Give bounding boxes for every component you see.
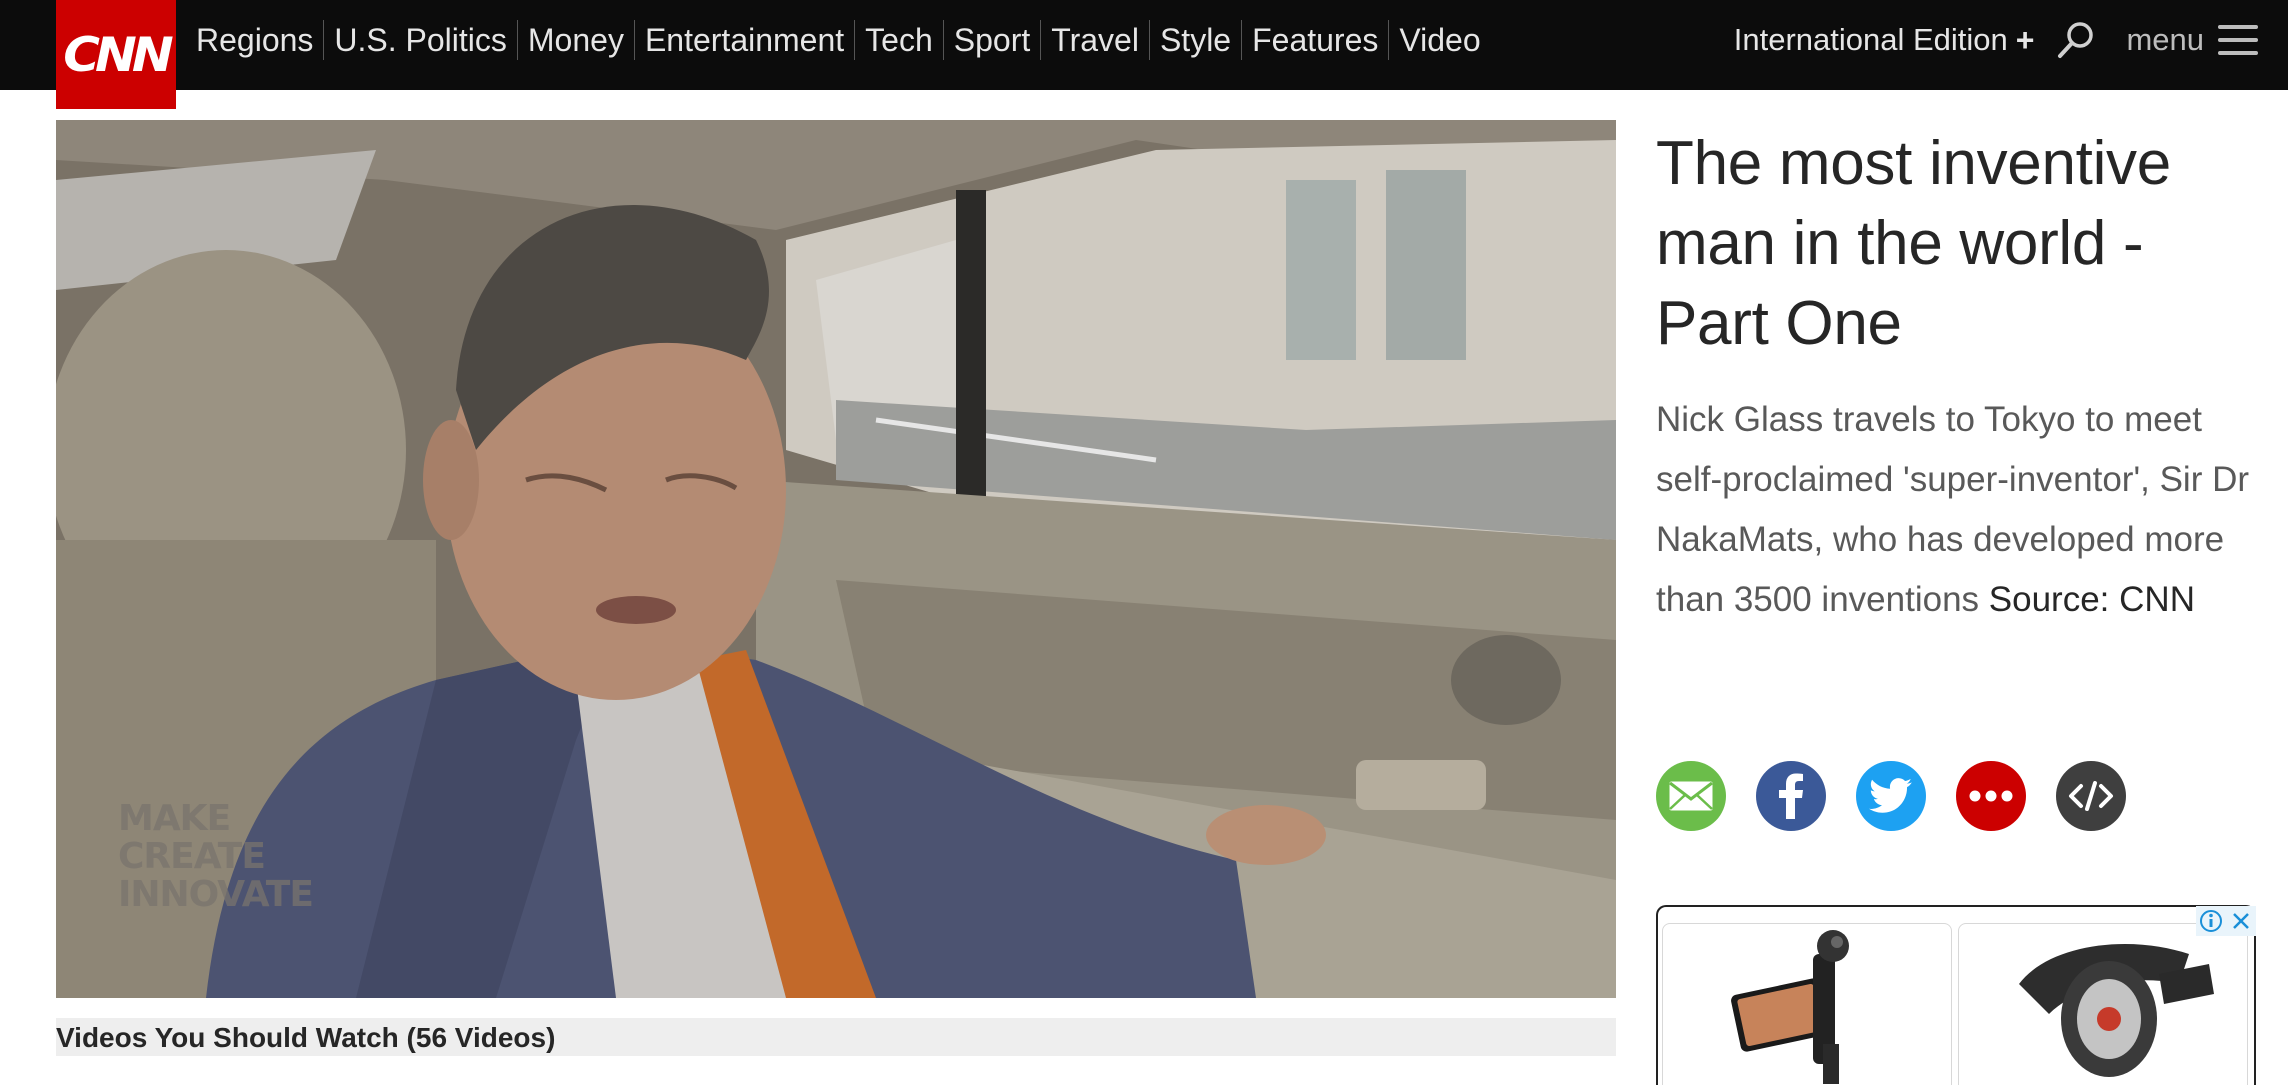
- ad-choices: [2196, 906, 2256, 936]
- source-label: Source:: [1988, 580, 2110, 619]
- ad-product-image: [2019, 944, 2214, 1077]
- watermark-line: INNOVATE: [118, 874, 314, 915]
- embed-icon: [2069, 781, 2113, 811]
- nav-link-travel[interactable]: Travel: [1041, 20, 1150, 60]
- video-player[interactable]: MAKE CREATE INNOVATE: [56, 120, 1616, 998]
- nav-link-features[interactable]: Features: [1242, 20, 1390, 60]
- nav-links: Regions U.S. Politics Money Entertainmen…: [192, 0, 1491, 80]
- hamburger-menu-icon[interactable]: [2218, 25, 2258, 55]
- email-icon: [1669, 781, 1713, 811]
- nav-link-tech[interactable]: Tech: [855, 20, 944, 60]
- playlist-title[interactable]: Videos You Should Watch (56 Videos): [56, 1022, 555, 1054]
- watermark-line: CREATE: [118, 836, 266, 877]
- email-share-button[interactable]: [1656, 761, 1726, 831]
- source-value: CNN: [2119, 580, 2195, 619]
- nav-link-entertainment[interactable]: Entertainment: [635, 20, 856, 60]
- nav-link-sport[interactable]: Sport: [944, 20, 1042, 60]
- watermark-line: MAKE: [118, 798, 231, 839]
- facebook-share-button[interactable]: [1756, 761, 1826, 831]
- ad-card[interactable]: [1662, 923, 1952, 1085]
- search-icon[interactable]: [2054, 18, 2098, 62]
- nav-right-controls: International Edition + menu: [1734, 0, 2258, 80]
- facebook-icon: [1779, 773, 1803, 819]
- nav-link-video[interactable]: Video: [1389, 20, 1490, 60]
- cnn-logo[interactable]: CNN: [56, 0, 176, 109]
- more-icon: [1969, 790, 2013, 802]
- twitter-icon: [1869, 778, 1912, 813]
- nav-link-money[interactable]: Money: [518, 20, 635, 60]
- video-headline: The most inventive man in the world - Pa…: [1656, 129, 2171, 358]
- playlist-bar: Videos You Should Watch (56 Videos): [56, 1018, 1616, 1056]
- logo-text: CNN: [63, 26, 173, 83]
- close-icon[interactable]: [2226, 906, 2256, 936]
- edition-selector[interactable]: International Edition +: [1734, 22, 2035, 59]
- edition-label: International Edition: [1733, 22, 2008, 57]
- advertisement[interactable]: [1656, 905, 2256, 1085]
- video-description: Nick Glass travels to Tokyo to meet self…: [1656, 390, 2256, 630]
- nav-link-us-politics[interactable]: U.S. Politics: [324, 20, 518, 60]
- top-navigation: CNN Regions U.S. Politics Money Entertai…: [0, 0, 2288, 109]
- video-watermark: MAKE CREATE INNOVATE: [118, 798, 314, 915]
- ad-product-image: [1731, 930, 1849, 1084]
- twitter-share-button[interactable]: [1856, 761, 1926, 831]
- ad-card[interactable]: [1958, 923, 2248, 1085]
- nav-link-regions[interactable]: Regions: [192, 20, 325, 60]
- more-share-button[interactable]: [1956, 761, 2026, 831]
- nav-link-style[interactable]: Style: [1150, 20, 1243, 60]
- edition-plus-icon: +: [2015, 21, 2035, 58]
- info-icon[interactable]: [2196, 906, 2226, 936]
- share-buttons: [1656, 761, 2156, 831]
- embed-share-button[interactable]: [2056, 761, 2126, 831]
- menu-label[interactable]: menu: [2126, 22, 2204, 58]
